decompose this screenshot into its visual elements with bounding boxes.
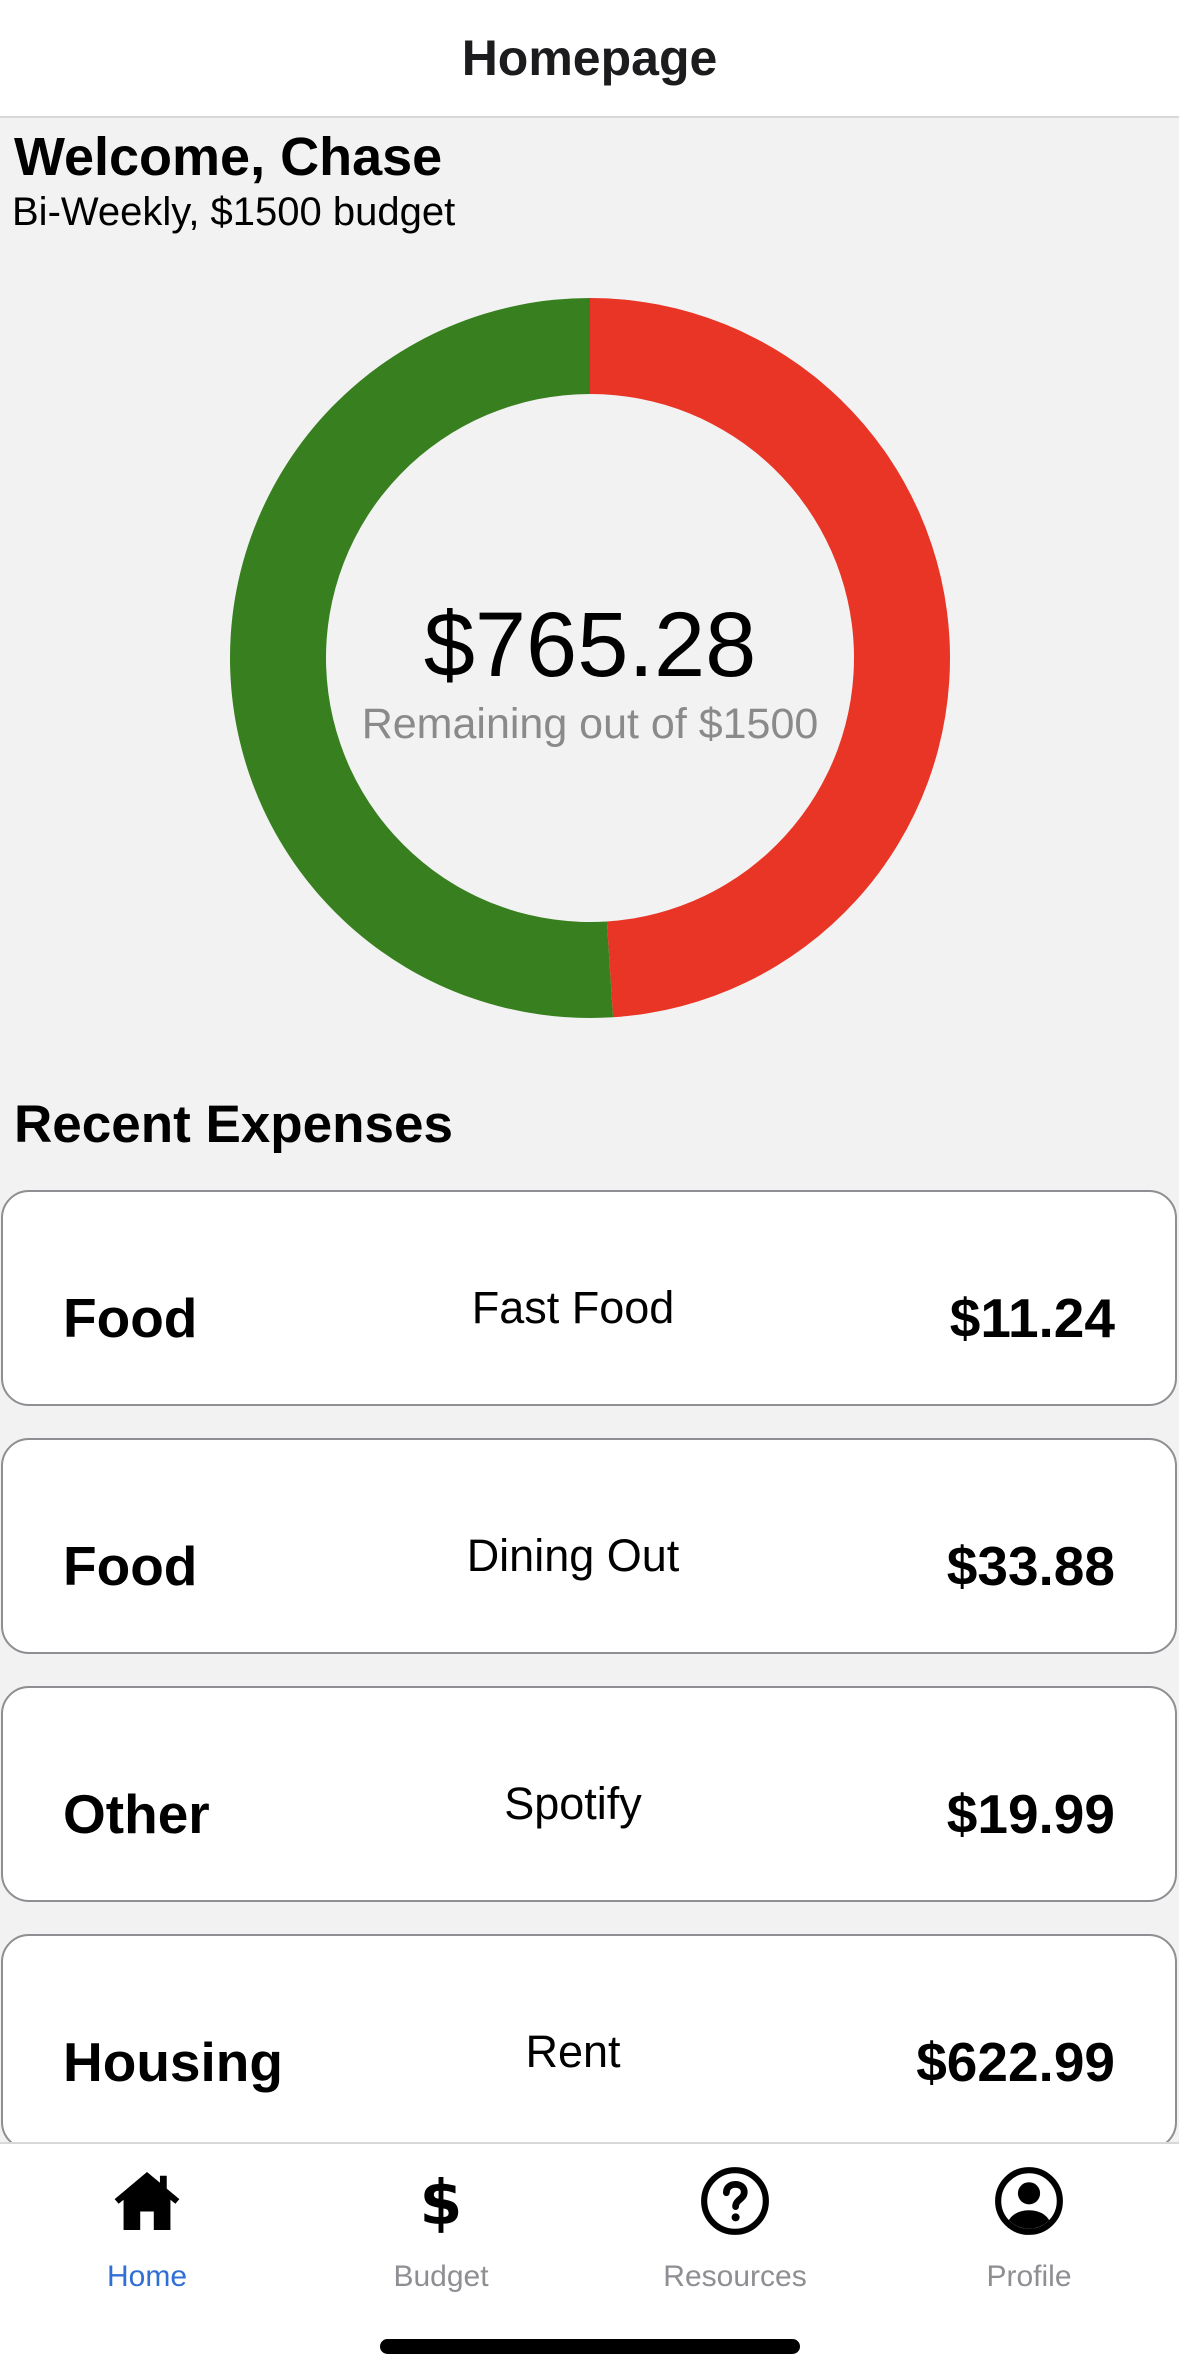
home-indicator — [380, 2339, 800, 2354]
tab-home-label: Home — [106, 2260, 188, 2293]
profile-icon — [995, 2167, 1063, 2235]
expense-category: Other — [63, 1783, 210, 1845]
budget-subtitle: Bi-Weekly, $1500 budget — [12, 190, 456, 234]
expense-description: Rent — [525, 2026, 621, 2077]
page-title: Homepage — [461, 30, 718, 86]
expense-card[interactable]: Food Fast Food $11.24 — [1, 1190, 1177, 1406]
expense-card[interactable]: Housing Rent $622.99 — [1, 1934, 1177, 2142]
expense-list[interactable]: Food Fast Food $11.24 Food Dining Out $3… — [0, 1190, 1179, 2142]
expense-card[interactable]: Other Spotify $19.99 — [1, 1686, 1177, 1902]
expense-amount: $11.24 — [949, 1287, 1115, 1349]
tab-profile[interactable]: Profile — [882, 2164, 1176, 2314]
expense-description: Spotify — [504, 1778, 642, 1829]
svg-text:$: $ — [420, 2167, 463, 2238]
recent-expenses-title: Recent Expenses — [14, 1095, 453, 1154]
budget-donut-chart: $765.28 Remaining out of $1500 — [228, 296, 952, 1020]
expense-description: Dining Out — [466, 1530, 680, 1581]
tab-home[interactable]: Home — [0, 2164, 294, 2314]
dollar-icon: $ — [420, 2167, 463, 2238]
tab-budget[interactable]: $ Budget — [294, 2164, 588, 2314]
tab-budget-label: Budget — [393, 2260, 489, 2293]
remaining-label: Remaining out of $1500 — [361, 699, 819, 748]
help-circle-icon — [701, 2167, 769, 2235]
tab-profile-label: Profile — [986, 2260, 1072, 2293]
home-icon — [114, 2172, 180, 2230]
header-bar: Homepage — [0, 0, 1179, 118]
tab-resources[interactable]: Resources — [588, 2164, 882, 2314]
expense-amount: $19.99 — [946, 1783, 1115, 1845]
donut-center: $765.28 Remaining out of $1500 — [228, 296, 952, 1020]
tab-resources-label: Resources — [663, 2260, 807, 2293]
expense-amount: $622.99 — [916, 2031, 1115, 2093]
expense-description: Fast Food — [471, 1282, 675, 1333]
expense-category: Food — [63, 1287, 198, 1349]
expense-category: Housing — [63, 2031, 283, 2093]
remaining-amount: $765.28 — [423, 594, 757, 697]
expense-card[interactable]: Food Dining Out $33.88 — [1, 1438, 1177, 1654]
expense-amount: $33.88 — [946, 1535, 1115, 1597]
expense-category: Food — [63, 1535, 198, 1597]
welcome-greeting: Welcome, Chase — [14, 127, 443, 187]
